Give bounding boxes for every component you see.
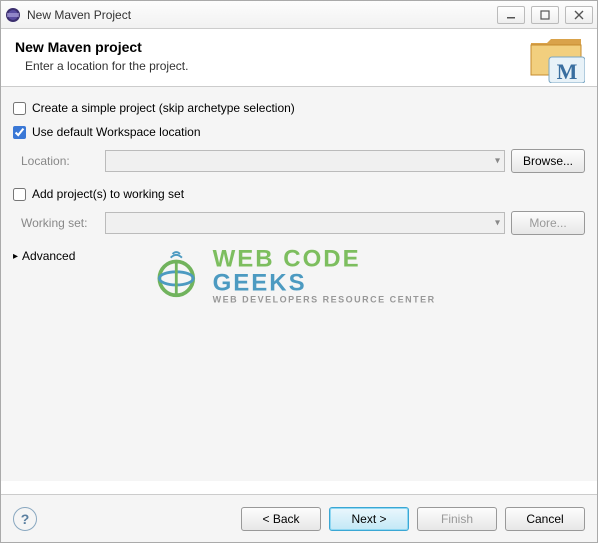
default-workspace-checkbox[interactable]	[13, 126, 26, 139]
minimize-button[interactable]	[497, 6, 525, 24]
title-bar: New Maven Project	[1, 1, 597, 29]
default-workspace-label[interactable]: Use default Workspace location	[32, 125, 201, 139]
cancel-button[interactable]: Cancel	[505, 507, 585, 531]
advanced-expander[interactable]: ▸ Advanced	[13, 249, 585, 263]
watermark-text-2: WEB DEVELOPERS RESOURCE CENTER	[213, 296, 448, 305]
simple-project-label[interactable]: Create a simple project (skip archetype …	[32, 101, 295, 115]
chevron-down-icon: ▾	[495, 156, 500, 167]
working-set-checkbox-label[interactable]: Add project(s) to working set	[32, 187, 184, 201]
more-button[interactable]: More...	[511, 211, 585, 235]
window-title: New Maven Project	[27, 8, 497, 22]
chevron-right-icon: ▸	[13, 251, 18, 262]
eclipse-icon	[5, 7, 21, 23]
maximize-button[interactable]	[531, 6, 559, 24]
working-set-checkbox[interactable]	[13, 188, 26, 201]
location-combo: ▾	[105, 150, 505, 172]
help-icon[interactable]: ?	[13, 507, 37, 531]
finish-button[interactable]: Finish	[417, 507, 497, 531]
working-set-label: Working set:	[21, 216, 99, 230]
chevron-down-icon: ▾	[495, 218, 500, 229]
watermark-text-1b: GEEKS	[213, 270, 307, 297]
banner-heading: New Maven project	[15, 39, 583, 55]
close-button[interactable]	[565, 6, 593, 24]
svg-text:M: M	[557, 59, 578, 83]
simple-project-checkbox[interactable]	[13, 102, 26, 115]
wizard-footer: ? < Back Next > Finish Cancel	[1, 494, 597, 542]
banner-subtitle: Enter a location for the project.	[25, 59, 583, 73]
advanced-label: Advanced	[22, 249, 75, 263]
wizard-body: Create a simple project (skip archetype …	[1, 87, 597, 481]
wizard-banner: New Maven project Enter a location for t…	[1, 29, 597, 87]
location-label: Location:	[21, 154, 99, 168]
back-button[interactable]: < Back	[241, 507, 321, 531]
browse-button[interactable]: Browse...	[511, 149, 585, 173]
next-button[interactable]: Next >	[329, 507, 409, 531]
maven-folder-icon: M	[529, 35, 585, 83]
working-set-combo: ▾	[105, 212, 505, 234]
